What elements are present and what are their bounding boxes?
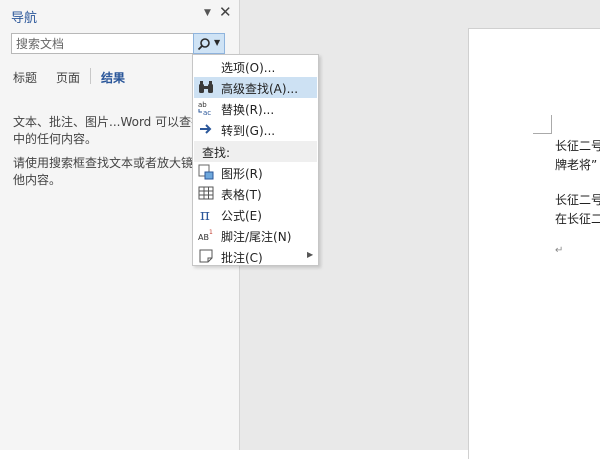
menu-item-replace[interactable]: ab ac 替换(R)... <box>194 98 317 119</box>
svg-text:1: 1 <box>209 229 213 236</box>
replace-icon: ab ac <box>198 101 211 116</box>
menu-item-find-footnotes[interactable]: AB 1 脚注/尾注(N) <box>194 225 317 246</box>
table-icon <box>198 186 214 200</box>
footnote-icon: AB 1 <box>198 229 213 242</box>
document-text-line: 长征二号 <box>555 193 600 207</box>
menu-item-label: 转到(G)... <box>221 124 276 138</box>
chevron-down-icon: ▼ <box>214 38 221 47</box>
menu-item-find-equations[interactable]: π 公式(E) <box>194 204 317 225</box>
menu-item-label: 公式(E) <box>221 209 262 223</box>
shape-icon <box>198 164 214 180</box>
search-options-menu: 选项(O)... 高级查找(A)... ab ac 替换(R)... 转到(G)… <box>192 54 319 266</box>
close-icon[interactable]: ✕ <box>219 4 232 20</box>
menu-item-label: 选项(O)... <box>221 61 276 75</box>
svg-text:ac: ac <box>203 109 211 116</box>
svg-text:π: π <box>200 206 210 222</box>
menu-item-find-shapes[interactable]: 图形(R) <box>194 162 317 183</box>
menu-item-label: 高级查找(A)... <box>221 82 299 96</box>
svg-text:ab: ab <box>198 101 207 109</box>
pane-options-dropdown-icon[interactable]: ▼ <box>204 8 211 18</box>
menu-section-find-header: 查找: <box>194 141 317 162</box>
menu-item-advanced-find[interactable]: 高级查找(A)... <box>194 77 317 98</box>
document-text-line: 牌老将” <box>555 158 598 172</box>
menu-item-label: 图形(R) <box>221 167 263 181</box>
arrow-right-icon <box>200 124 212 134</box>
tab-divider <box>90 68 91 84</box>
document-page[interactable] <box>468 28 600 459</box>
nav-pane-title: 导航 <box>11 11 38 26</box>
menu-item-find-tables[interactable]: 表格(T) <box>194 183 317 204</box>
menu-item-goto[interactable]: 转到(G)... <box>194 119 317 140</box>
tab-results[interactable]: 结果 <box>101 69 125 86</box>
submenu-arrow-icon: ▶ <box>307 250 314 259</box>
menu-item-label: 替换(R)... <box>221 103 275 117</box>
margin-corner-mark <box>533 115 552 134</box>
tab-headings[interactable]: 标题 <box>13 69 37 86</box>
search-button[interactable]: ▼ <box>193 33 225 54</box>
pi-icon: π <box>200 206 210 222</box>
comment-icon <box>199 249 213 263</box>
menu-item-label: 表格(T) <box>221 188 262 202</box>
menu-item-find-comments[interactable]: 批注(C) ▶ <box>194 246 317 267</box>
menu-item-label: 批注(C) <box>221 251 263 265</box>
tab-pages[interactable]: 页面 <box>56 69 80 86</box>
document-text-line: 长征二号 <box>555 139 600 153</box>
menu-item-label: 脚注/尾注(N) <box>221 230 292 244</box>
search-input[interactable] <box>14 34 194 53</box>
magnifier-icon <box>197 38 210 51</box>
binoculars-icon <box>199 81 213 93</box>
search-box: ▼ <box>11 33 225 54</box>
menu-item-options[interactable]: 选项(O)... <box>194 56 317 77</box>
menu-section-label: 查找: <box>202 146 231 160</box>
svg-text:AB: AB <box>198 233 209 242</box>
paragraph-mark-icon: ↵ <box>555 245 564 256</box>
document-text-line: 在长征二号 <box>555 212 600 226</box>
